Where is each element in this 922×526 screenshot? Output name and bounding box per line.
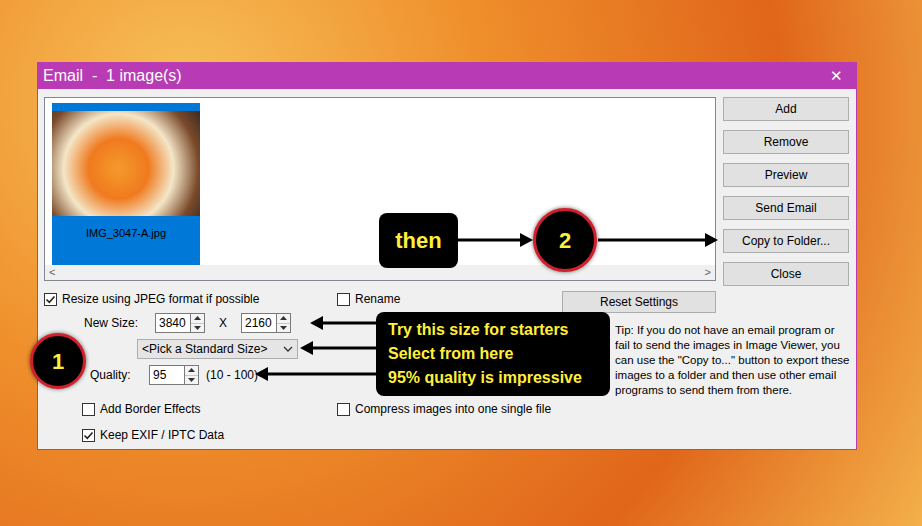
arrow-icon (300, 341, 376, 355)
number-input[interactable]: 3840 (155, 313, 191, 333)
down-arrow-icon (188, 378, 195, 382)
checkbox-label: Resize using JPEG format if possible (62, 291, 259, 307)
horizontal-scrollbar[interactable]: <> (45, 265, 715, 280)
dialog-button[interactable]: Close (723, 262, 849, 286)
scroll-right[interactable]: > (705, 264, 711, 281)
quality-range: (10 - 100) (206, 366, 258, 384)
checkbox-box[interactable] (44, 293, 57, 306)
quality-field[interactable]: 95 (149, 365, 199, 385)
callout-line: Try this size for starters (388, 318, 598, 342)
number-input[interactable]: 95 (149, 365, 185, 385)
spin-up[interactable] (191, 314, 204, 324)
spin-down[interactable] (277, 324, 290, 333)
dialog-button[interactable]: Send Email (723, 196, 849, 220)
size-callout: Try this size for startersSelect from he… (376, 312, 610, 396)
quality-label: Quality: (90, 366, 149, 384)
thumbnail-image (52, 111, 200, 216)
rename-checkbox[interactable]: Rename (337, 291, 562, 307)
checkbox-label: Add Border Effects (100, 401, 201, 417)
thumbnail-label: IMG_3047-A.jpg (52, 216, 200, 251)
checkbox-label: Rename (355, 291, 400, 307)
size-separator: X (205, 314, 241, 332)
spinner[interactable] (191, 313, 205, 333)
down-arrow-icon (280, 326, 287, 330)
close-button[interactable]: ✕ (830, 65, 851, 88)
number-input[interactable]: 2160 (241, 313, 277, 333)
step-badge: 1 (30, 333, 86, 389)
spin-up[interactable] (185, 366, 198, 376)
dialog-button[interactable]: Preview (723, 163, 849, 187)
dialog-button[interactable]: Remove (723, 130, 849, 154)
size-label: New Size: (84, 314, 155, 332)
up-arrow-icon (280, 316, 287, 320)
check-icon (45, 294, 56, 305)
checkbox-box[interactable] (337, 293, 350, 306)
scroll-left[interactable]: < (49, 264, 55, 281)
checkbox-label: Keep EXIF / IPTC Data (100, 427, 224, 443)
then-callout: then (379, 213, 458, 268)
checkbox-box[interactable] (337, 403, 350, 416)
arrow-icon (255, 367, 376, 381)
reset-button[interactable]: Reset Settings (562, 291, 716, 313)
resize-checkbox[interactable]: Resize using JPEG format if possible (44, 291, 337, 307)
callout-line: 95% quality is impressive (388, 366, 598, 390)
arrow-icon (458, 233, 533, 247)
spinner[interactable] (185, 365, 199, 385)
thumbnail[interactable]: IMG_3047-A.jpg (52, 103, 200, 265)
border-checkbox[interactable]: Add Border Effects (82, 401, 337, 417)
screen: Email - 1 image(s)✕IMG_3047-A.jpg<>AddRe… (0, 0, 922, 526)
spinner[interactable] (277, 313, 291, 333)
exif-checkbox[interactable]: Keep EXIF / IPTC Data (82, 427, 562, 443)
dialog-button[interactable]: Add (723, 97, 849, 121)
height-field[interactable]: 2160 (241, 313, 291, 333)
arrow-icon (598, 233, 718, 247)
arrow-icon (310, 316, 376, 330)
annotation-arrows (0, 0, 922, 526)
window-title: Email - 1 image(s) (43, 64, 182, 88)
button-column: Add Remove Preview Send Email Copy to Folder… (723, 97, 849, 286)
step-badge: 2 (533, 208, 597, 272)
width-field[interactable]: 3840 (155, 313, 205, 333)
dialog-button[interactable]: Copy to Folder... (723, 229, 849, 253)
standard-size-dropdown[interactable]: <Pick a Standard Size> (137, 339, 298, 359)
down-arrow-icon (194, 326, 201, 330)
spin-down[interactable] (185, 376, 198, 385)
up-arrow-icon (194, 316, 201, 320)
check-icon (83, 430, 94, 441)
compress-checkbox[interactable]: Compress images into one single file (337, 401, 562, 417)
chevron-down-icon (283, 346, 293, 352)
checkbox-box[interactable] (82, 403, 95, 416)
checkbox-box[interactable] (82, 429, 95, 442)
spin-down[interactable] (191, 324, 204, 333)
tip-text: Tip: If you do not have an email program… (615, 323, 850, 398)
up-arrow-icon (188, 368, 195, 372)
title-bar: Email - 1 image(s) ✕ (38, 63, 856, 89)
spin-up[interactable] (277, 314, 290, 324)
callout-line: Select from here (388, 342, 598, 366)
checkbox-label: Compress images into one single file (355, 401, 551, 417)
